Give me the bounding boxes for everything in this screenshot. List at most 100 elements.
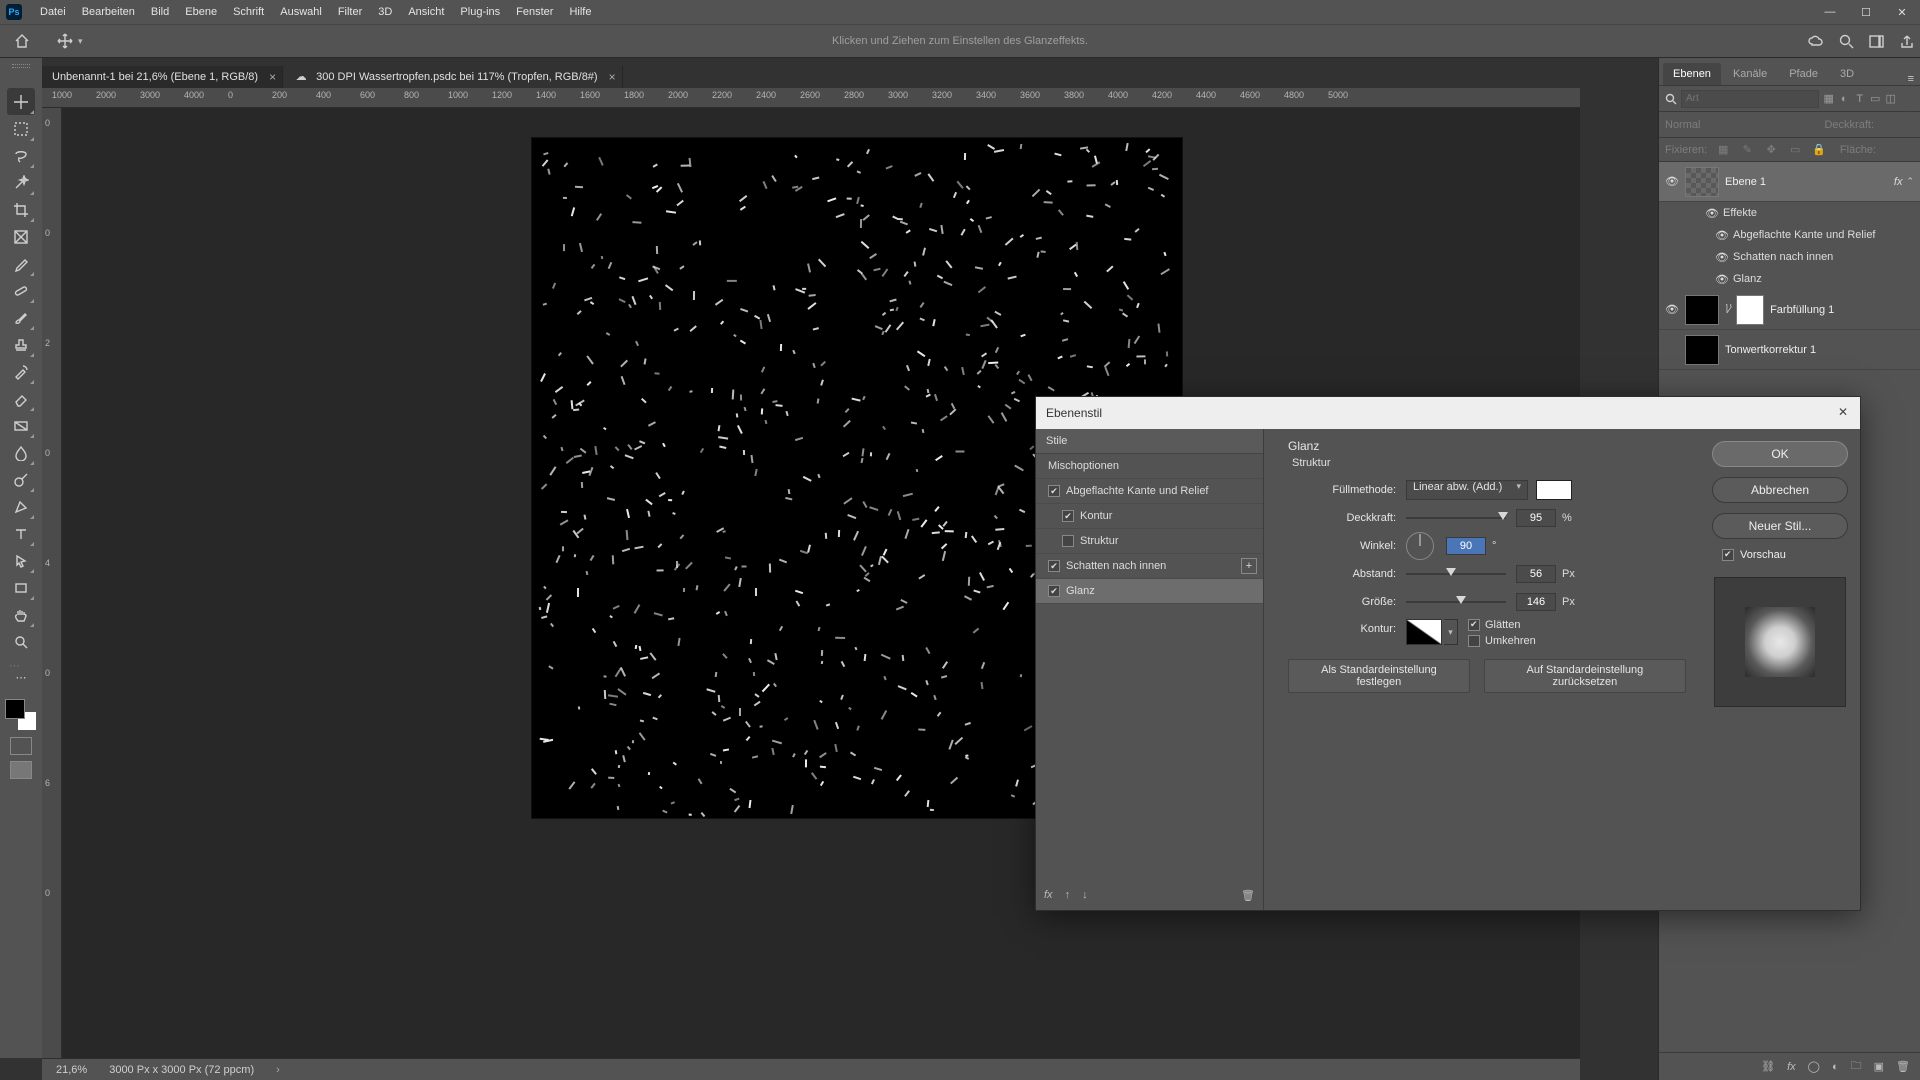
- ok-button[interactable]: OK: [1712, 441, 1848, 467]
- zoom-tool[interactable]: [7, 628, 35, 655]
- status-more-icon[interactable]: ›: [276, 1064, 280, 1076]
- dodge-tool[interactable]: [7, 466, 35, 493]
- window-minimize-button[interactable]: ―: [1812, 0, 1848, 24]
- cloud-doc-icon[interactable]: [1808, 33, 1824, 49]
- link-layers-icon[interactable]: ⛓: [1761, 1060, 1775, 1073]
- tab-layers[interactable]: Ebenen: [1663, 63, 1721, 85]
- fx-menu-icon[interactable]: fx: [1044, 889, 1053, 901]
- style-contour[interactable]: Kontur: [1036, 504, 1263, 529]
- layer-row-curves[interactable]: Tonwertkorrektur 1: [1659, 330, 1920, 370]
- frame-tool[interactable]: [7, 223, 35, 250]
- blur-tool[interactable]: [7, 439, 35, 466]
- layer-name[interactable]: Ebene 1: [1725, 176, 1894, 188]
- menu-window[interactable]: Fenster: [508, 0, 561, 24]
- stamp-tool[interactable]: [7, 331, 35, 358]
- menu-3d[interactable]: 3D: [370, 0, 400, 24]
- lock-pixels-icon[interactable]: ▦: [1715, 143, 1731, 156]
- visibility-icon[interactable]: 👁: [1715, 251, 1729, 264]
- heal-tool[interactable]: [7, 277, 35, 304]
- panel-grip-icon[interactable]: [12, 64, 30, 68]
- trash-icon[interactable]: 🗑: [1896, 1060, 1910, 1073]
- visibility-icon[interactable]: 👁: [1659, 303, 1685, 316]
- link-icon[interactable]: 𐀖: [1725, 302, 1732, 317]
- filter-shape-icon[interactable]: ▭: [1870, 90, 1882, 108]
- add-instance-icon[interactable]: +: [1241, 558, 1257, 574]
- window-close-button[interactable]: ✕: [1884, 0, 1920, 24]
- checkbox-icon[interactable]: [1048, 560, 1060, 572]
- new-layer-icon[interactable]: ▣: [1874, 1060, 1884, 1073]
- checkbox-icon[interactable]: [1048, 585, 1060, 597]
- workspace-icon[interactable]: [1868, 33, 1884, 49]
- layer-name[interactable]: Farbfüllung 1: [1770, 304, 1914, 316]
- pen-tool[interactable]: [7, 493, 35, 520]
- fx-bevel-row[interactable]: 👁 Abgeflachte Kante und Relief: [1659, 224, 1920, 246]
- style-satin[interactable]: Glanz: [1036, 579, 1263, 604]
- fx-collapse-icon[interactable]: ⌃: [1906, 176, 1914, 187]
- menu-image[interactable]: Bild: [143, 0, 177, 24]
- crop-tool[interactable]: [7, 196, 35, 223]
- fx-satin-row[interactable]: 👁 Glanz: [1659, 268, 1920, 290]
- tab-3d[interactable]: 3D: [1830, 63, 1864, 85]
- filter-image-icon[interactable]: ▦: [1823, 90, 1835, 108]
- make-default-button[interactable]: Als Standardeinstellung festlegen: [1288, 659, 1470, 693]
- path-select-tool[interactable]: [7, 547, 35, 574]
- layer-thumbnail[interactable]: [1685, 295, 1719, 325]
- home-button[interactable]: [8, 27, 36, 55]
- horizontal-ruler[interactable]: 1000200030004000020040060080010001200140…: [42, 88, 1580, 108]
- group-icon[interactable]: 🗀: [1851, 1057, 1862, 1076]
- fg-color-swatch[interactable]: [5, 699, 25, 719]
- move-down-icon[interactable]: ↓: [1082, 889, 1088, 901]
- close-icon[interactable]: ×: [609, 66, 616, 88]
- layer-filter-input[interactable]: [1681, 90, 1819, 108]
- size-input[interactable]: [1516, 593, 1556, 611]
- fx-badge[interactable]: fx: [1894, 176, 1903, 188]
- visibility-icon[interactable]: 👁: [1715, 273, 1729, 286]
- contour-preset[interactable]: [1406, 619, 1442, 645]
- fg-bg-color[interactable]: [5, 699, 37, 731]
- layer-thumbnail[interactable]: [1685, 335, 1719, 365]
- close-icon[interactable]: ×: [269, 66, 276, 88]
- style-texture[interactable]: Struktur: [1036, 529, 1263, 554]
- color-swatch[interactable]: [1536, 480, 1572, 500]
- layer-row-ebene1[interactable]: 👁 Ebene 1 fx ⌃: [1659, 162, 1920, 202]
- eraser-tool[interactable]: [7, 385, 35, 412]
- distance-input[interactable]: [1516, 565, 1556, 583]
- dialog-titlebar[interactable]: Ebenenstil ✕: [1036, 397, 1860, 429]
- opacity-input[interactable]: [1516, 509, 1556, 527]
- filter-smart-icon[interactable]: ◫: [1885, 90, 1897, 108]
- size-slider[interactable]: [1406, 595, 1506, 609]
- checkbox-icon[interactable]: [1048, 485, 1060, 497]
- fx-inner-shadow-row[interactable]: 👁 Schatten nach innen: [1659, 246, 1920, 268]
- lock-artboard-icon[interactable]: ▭: [1787, 143, 1803, 156]
- document-tab-2[interactable]: ☁ 300 DPI Wassertropfen.psdc bei 117% (T…: [283, 66, 623, 88]
- dropdown-caret-icon[interactable]: ▾: [1444, 619, 1458, 645]
- search-icon[interactable]: [1665, 90, 1677, 108]
- move-up-icon[interactable]: ↑: [1065, 889, 1071, 901]
- blend-mode-select[interactable]: Normal: [1665, 119, 1818, 131]
- search-icon[interactable]: [1838, 33, 1854, 49]
- quick-mask-button[interactable]: [10, 737, 32, 755]
- layer-row-fill1[interactable]: 👁 𐀖 Farbfüllung 1: [1659, 290, 1920, 330]
- type-tool[interactable]: [7, 520, 35, 547]
- close-icon[interactable]: ✕: [1834, 403, 1852, 421]
- invert-checkbox[interactable]: Umkehren: [1468, 635, 1536, 647]
- lock-all-icon[interactable]: 🔒: [1811, 143, 1827, 156]
- window-maximize-button[interactable]: ☐: [1848, 0, 1884, 24]
- adjustment-layer-icon[interactable]: ◐: [1832, 1061, 1839, 1073]
- eyedropper-tool[interactable]: [7, 250, 35, 277]
- checkbox-icon[interactable]: [1062, 510, 1074, 522]
- menu-layer[interactable]: Ebene: [177, 0, 225, 24]
- tool-preset-icon[interactable]: [54, 30, 76, 52]
- cancel-button[interactable]: Abbrechen: [1712, 477, 1848, 503]
- blend-mode-select[interactable]: Linear abw. (Add.): [1406, 480, 1528, 500]
- menu-help[interactable]: Hilfe: [561, 0, 599, 24]
- dropdown-caret-icon[interactable]: ▾: [78, 36, 83, 47]
- checkbox-icon[interactable]: [1062, 535, 1074, 547]
- style-blend-options[interactable]: Mischoptionen: [1036, 454, 1263, 479]
- lock-position-icon[interactable]: ✥: [1763, 143, 1779, 156]
- layer-mask-icon[interactable]: ◯: [1808, 1060, 1820, 1073]
- edit-toolbar-button[interactable]: ⋯: [7, 664, 35, 691]
- vertical-ruler[interactable]: 00204060: [42, 108, 62, 1058]
- lasso-tool[interactable]: [7, 142, 35, 169]
- marquee-tool[interactable]: [7, 115, 35, 142]
